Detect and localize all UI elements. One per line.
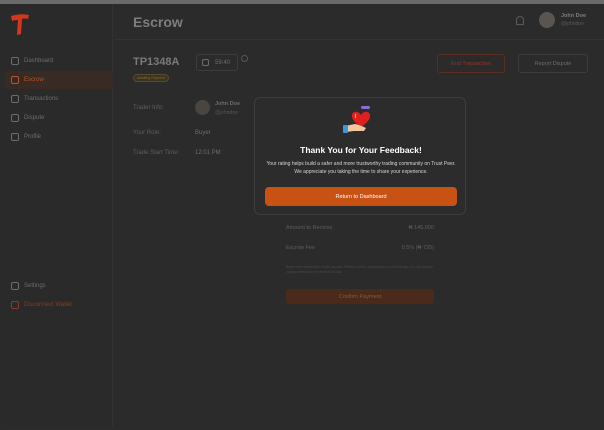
countdown-timer: 59:40 [196, 54, 238, 71]
trader-info-label: Trader Info: [133, 105, 164, 111]
header: Escrow John Doe @johndoe [114, 4, 604, 40]
bell-icon[interactable] [516, 16, 524, 25]
sidebar-item-dashboard[interactable]: Dashboard [5, 52, 113, 70]
trader-handle: @johndoe [215, 110, 238, 116]
escrow-icon [11, 76, 19, 84]
dashboard-icon [11, 57, 19, 65]
page-title: Escrow [133, 14, 183, 30]
sidebar-item-label: Dashboard [24, 58, 54, 64]
sidebar-bottom: Settings Disconnect Wallet [5, 277, 113, 315]
sidebar-item-escrow[interactable]: Escrow [5, 71, 113, 89]
confirm-payment-button[interactable]: Confirm Payment [286, 289, 434, 304]
report-dispute-label: Report Dispute [534, 60, 572, 67]
app-window: Dashboard Escrow Transactions Dispute Pr… [0, 0, 604, 430]
feedback-modal: Thank You for Your Feedback! Your rating… [254, 97, 466, 215]
payment-summary: Amount to Receive ₦ 145,000 Escrow Fee 0… [278, 215, 442, 319]
user-name: John Doe [561, 13, 587, 19]
modal-message: Your rating helps build a safer and more… [266, 161, 456, 175]
return-to-dashboard-label: Return to Dashboard [335, 193, 387, 200]
report-dispute-button[interactable]: Report Dispute [518, 54, 588, 73]
profile-icon [11, 133, 19, 141]
role-value: Buyer [195, 130, 211, 136]
fee-row: Escrow Fee 0.5% (₦ 725) [286, 245, 434, 251]
dispute-icon [11, 114, 19, 122]
role-label: Your Role: [133, 130, 161, 136]
payment-note: Buyer has marked this trade as paid. Ple… [286, 265, 434, 275]
sidebar-item-label: Dispute [24, 115, 45, 121]
status-badge: Awaiting Payment [133, 74, 169, 82]
transactions-icon [11, 95, 19, 103]
end-transaction-button[interactable]: End Transaction [437, 54, 505, 73]
trade-id: TP1348A [133, 56, 180, 68]
disconnect-wallet-button[interactable]: Disconnect Wallet [5, 296, 113, 314]
receive-row: Amount to Receive ₦ 145,000 [286, 225, 434, 231]
settings-icon [11, 282, 19, 290]
sidebar-item-settings[interactable]: Settings [5, 277, 113, 295]
logout-icon [11, 301, 19, 309]
sidebar-item-label: Escrow [24, 77, 44, 83]
receive-label: Amount to Receive [286, 225, 333, 231]
return-to-dashboard-button[interactable]: Return to Dashboard [265, 187, 457, 206]
app-logo [11, 14, 29, 35]
fee-value: 0.5% (₦ 725) [401, 245, 434, 251]
heart-hand-icon [343, 106, 371, 133]
fee-label: Escrow Fee [286, 245, 316, 251]
info-icon[interactable] [241, 55, 248, 62]
trader-avatar [195, 100, 210, 115]
sidebar-item-label: Disconnect Wallet [24, 302, 72, 308]
timer-value: 59:40 [215, 59, 231, 66]
start-time-value: 12:01 PM [195, 150, 221, 156]
sidebar-item-label: Settings [24, 283, 46, 289]
user-handle: @johndoe [561, 21, 584, 27]
trader-name: John Doe [215, 101, 241, 107]
confirm-payment-label: Confirm Payment [338, 293, 382, 300]
sidebar-item-label: Transactions [24, 96, 59, 102]
sidebar-item-dispute[interactable]: Dispute [5, 109, 113, 127]
start-time-label: Trade Start Time: [133, 150, 180, 156]
sidebar-item-transactions[interactable]: Transactions [5, 90, 113, 108]
receive-value: ₦ 145,000 [408, 225, 434, 231]
sidebar-item-label: Profile [24, 134, 42, 140]
sidebar-item-profile[interactable]: Profile [5, 128, 113, 146]
avatar[interactable] [539, 12, 555, 28]
clock-icon [202, 59, 209, 66]
modal-title: Thank You for Your Feedback! [300, 145, 422, 155]
end-transaction-label: End Transaction [451, 60, 491, 67]
sidebar: Dashboard Escrow Transactions Dispute Pr… [1, 4, 113, 427]
sidebar-nav: Dashboard Escrow Transactions Dispute Pr… [5, 52, 113, 147]
